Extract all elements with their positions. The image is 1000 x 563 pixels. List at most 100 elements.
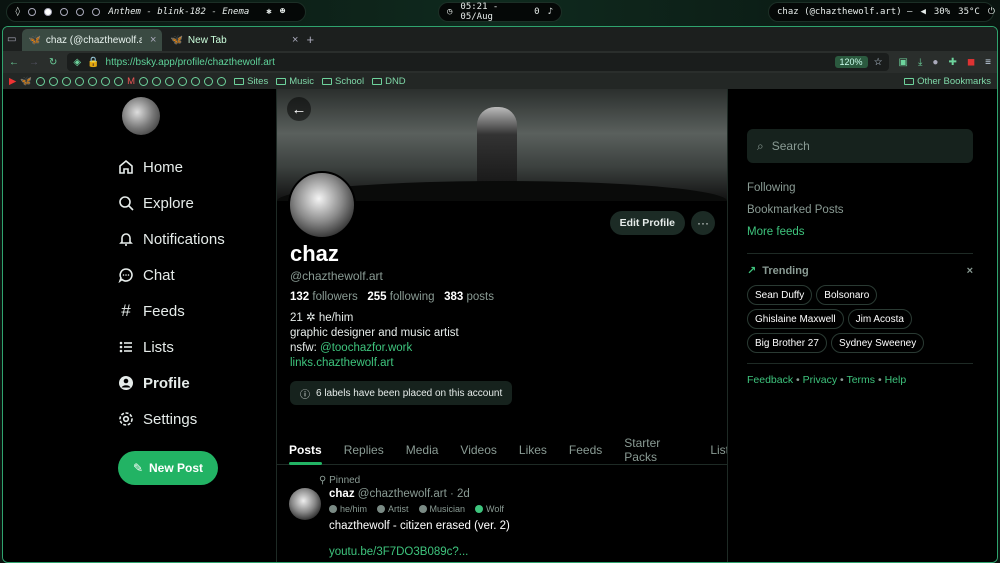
tab-overview-icon[interactable]: ▭ bbox=[7, 34, 16, 45]
nav-home[interactable]: Home bbox=[118, 149, 268, 185]
shield-icon[interactable]: ◈ bbox=[73, 57, 81, 68]
bluetooth-icon[interactable]: ✱ bbox=[266, 7, 271, 17]
globe-icon[interactable] bbox=[49, 76, 59, 86]
menu-icon[interactable]: ≡ bbox=[985, 57, 991, 68]
new-tab-button[interactable]: + bbox=[306, 32, 314, 47]
footer-terms[interactable]: Terms bbox=[846, 374, 875, 386]
tab-profile[interactable]: 🦋 chaz (@chazthewolf.art × bbox=[22, 29, 163, 51]
nav-explore[interactable]: Explore bbox=[118, 185, 268, 221]
globe-icon[interactable] bbox=[75, 76, 85, 86]
account-icon[interactable]: ● bbox=[932, 57, 938, 68]
star-icon[interactable]: ☆ bbox=[874, 57, 883, 68]
globe-icon[interactable] bbox=[101, 76, 111, 86]
bookmark-folder-dnd[interactable]: DND bbox=[372, 76, 406, 87]
reload-icon[interactable]: ↻ bbox=[49, 57, 57, 68]
tab-media[interactable]: Media bbox=[406, 435, 439, 465]
footer-privacy[interactable]: Privacy bbox=[803, 374, 837, 386]
tab-posts[interactable]: Posts bbox=[289, 435, 322, 465]
trending-chip[interactable]: Big Brother 27 bbox=[747, 333, 827, 353]
post-link[interactable]: youtu.be/3F7DO3B089c?... bbox=[329, 546, 510, 558]
trending-chip[interactable]: Sean Duffy bbox=[747, 285, 813, 305]
bookmark-folder-music[interactable]: Music bbox=[276, 76, 314, 87]
feed-link-following[interactable]: Following bbox=[747, 177, 973, 199]
back-icon[interactable]: ← bbox=[9, 57, 19, 68]
url-text[interactable]: https://bsky.app/profile/chazthewolf.art bbox=[106, 57, 275, 68]
search-input[interactable]: ⌕ Search bbox=[747, 129, 973, 163]
close-tab-icon[interactable]: × bbox=[150, 34, 156, 46]
puzzle-icon[interactable]: ✚ bbox=[948, 57, 956, 68]
power-icon[interactable]: ⏻ bbox=[988, 7, 995, 17]
globe-icon[interactable] bbox=[217, 76, 227, 86]
trending-chip[interactable]: Bolsonaro bbox=[816, 285, 878, 305]
workspace-1[interactable] bbox=[28, 8, 37, 16]
nav-chat[interactable]: Chat bbox=[118, 257, 268, 293]
back-button[interactable]: ← bbox=[287, 97, 311, 121]
globe-icon[interactable] bbox=[114, 76, 124, 86]
tab-likes[interactable]: Likes bbox=[519, 435, 547, 465]
bookmark-folder-sites[interactable]: Sites bbox=[234, 76, 268, 87]
forward-icon[interactable]: → bbox=[29, 57, 39, 68]
nsfw-mention-link[interactable]: @toochazfor.work bbox=[320, 342, 412, 354]
bell-icon[interactable]: ♪ bbox=[548, 7, 553, 17]
workspace-2[interactable] bbox=[44, 8, 53, 16]
workspace-4[interactable] bbox=[76, 8, 85, 16]
close-trending-icon[interactable]: × bbox=[967, 265, 973, 277]
nav-lists[interactable]: Lists bbox=[118, 329, 268, 365]
globe-icon[interactable] bbox=[139, 76, 149, 86]
tab-videos[interactable]: Videos bbox=[460, 435, 496, 465]
tab-starter-packs[interactable]: Starter Packs bbox=[624, 435, 688, 465]
globe-icon[interactable] bbox=[62, 76, 72, 86]
more-options-button[interactable]: ··· bbox=[691, 211, 715, 235]
tab-lists[interactable]: List bbox=[710, 435, 727, 465]
bluesky-bookmark-icon[interactable]: 🦋 bbox=[20, 76, 32, 87]
bio-website-link[interactable]: links.chazthewolf.art bbox=[290, 356, 720, 371]
tab-new-tab[interactable]: 🦋 New Tab × bbox=[164, 29, 304, 51]
globe-icon[interactable] bbox=[204, 76, 214, 86]
gmail-icon[interactable]: M bbox=[127, 76, 135, 87]
globe-icon[interactable] bbox=[152, 76, 162, 86]
footer-feedback[interactable]: Feedback bbox=[747, 374, 793, 386]
edit-profile-button[interactable]: Edit Profile bbox=[609, 211, 685, 235]
globe-icon[interactable] bbox=[165, 76, 175, 86]
discord-icon[interactable]: ☻ bbox=[280, 7, 285, 17]
nav-profile[interactable]: Profile bbox=[118, 365, 268, 401]
trending-chip[interactable]: Sydney Sweeney bbox=[830, 333, 925, 353]
ublock-icon[interactable]: ◼ bbox=[967, 57, 975, 68]
youtube-icon[interactable]: ▶ bbox=[9, 76, 16, 87]
globe-icon[interactable] bbox=[191, 76, 201, 86]
avatar[interactable] bbox=[122, 97, 160, 135]
post-author-name[interactable]: chaz bbox=[329, 488, 355, 500]
download-icon[interactable]: ⤓ bbox=[918, 57, 922, 68]
close-tab-icon[interactable]: × bbox=[292, 34, 298, 46]
zoom-level[interactable]: 120% bbox=[834, 56, 868, 68]
followers-link[interactable]: 132 followers bbox=[290, 291, 358, 303]
tab-feeds[interactable]: Feeds bbox=[569, 435, 602, 465]
bookmark-folder-school[interactable]: School bbox=[322, 76, 364, 87]
following-link[interactable]: 255 following bbox=[367, 291, 434, 303]
extension-icon[interactable]: ▣ bbox=[899, 57, 908, 68]
volume-icon[interactable]: ◀ bbox=[920, 7, 925, 17]
more-feeds-link[interactable]: More feeds bbox=[747, 221, 973, 243]
globe-icon[interactable] bbox=[88, 76, 98, 86]
app-launcher-icon[interactable]: ◊ bbox=[15, 7, 20, 17]
nav-settings[interactable]: Settings bbox=[118, 401, 268, 437]
tab-replies[interactable]: Replies bbox=[344, 435, 384, 465]
lock-icon[interactable]: 🔒 bbox=[87, 57, 99, 68]
nav-notifications[interactable]: Notifications bbox=[118, 221, 268, 257]
nav-feeds[interactable]: # Feeds bbox=[118, 293, 268, 329]
new-post-button[interactable]: ✎ New Post bbox=[118, 451, 218, 485]
trending-chip[interactable]: Jim Acosta bbox=[847, 309, 912, 329]
trending-chip[interactable]: Ghislaine Maxwell bbox=[747, 309, 844, 329]
profile-avatar[interactable] bbox=[288, 171, 356, 239]
url-field[interactable]: ◈ 🔒 https://bsky.app/profile/chazthewolf… bbox=[67, 53, 889, 71]
labels-button[interactable]: ⓘ 6 labels have been placed on this acco… bbox=[290, 381, 513, 405]
workspace-5[interactable] bbox=[92, 8, 101, 16]
post-author-handle[interactable]: @chazthewolf.art · 2d bbox=[358, 488, 470, 500]
pinned-post[interactable]: ⚲ Pinned chaz @chazthewolf.art · 2d he/h… bbox=[277, 469, 727, 562]
feed-link-bookmarked[interactable]: Bookmarked Posts bbox=[747, 199, 973, 221]
globe-icon[interactable] bbox=[36, 76, 46, 86]
globe-icon[interactable] bbox=[178, 76, 188, 86]
clock[interactable]: 05:21 - 05/Aug bbox=[460, 2, 526, 22]
other-bookmarks[interactable]: Other Bookmarks bbox=[904, 76, 991, 87]
footer-help[interactable]: Help bbox=[885, 374, 907, 386]
